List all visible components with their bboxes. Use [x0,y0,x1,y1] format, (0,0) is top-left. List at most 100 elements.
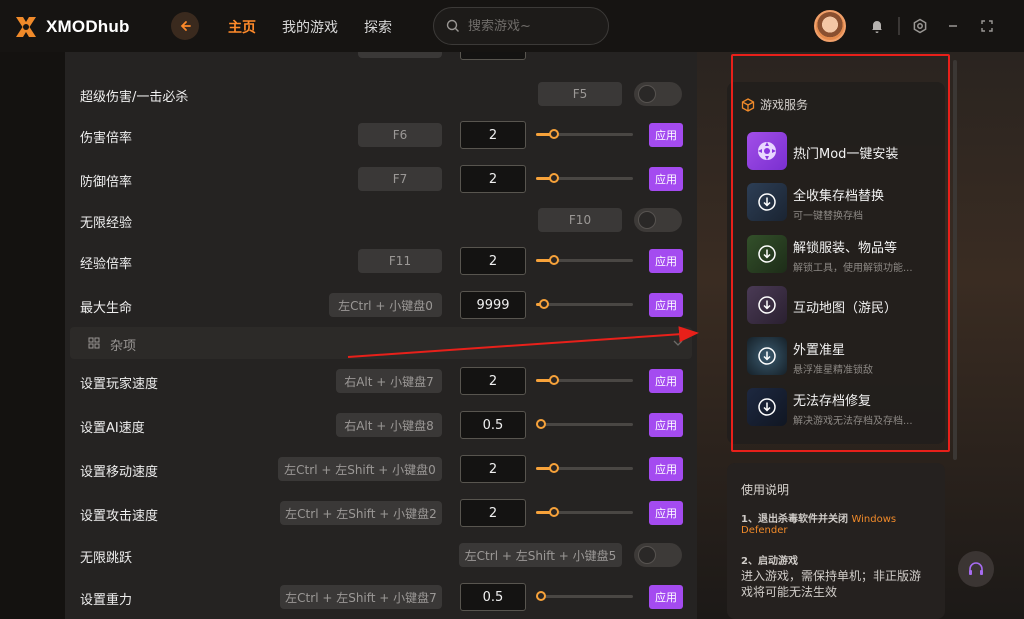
hotkey-badge: 左Ctrl + 左Shift + 小键盘7 [280,585,442,609]
service-item[interactable]: 互动地图（游民） [747,286,937,326]
apply-button[interactable]: 应用 [649,413,683,437]
hotkey-badge: 右Alt + 小键盘8 [336,413,442,437]
nav-explore[interactable]: 探索 [364,17,392,37]
download-icon [747,235,787,273]
value-input[interactable]: 2 [460,455,526,483]
game-services-card: 游戏服务 热门Mod一键安装 全收集存档替换 可一键替换存档 解锁服装、物品等 … [727,82,945,444]
cheat-toggle[interactable] [634,208,682,232]
toggle-knob [638,546,656,564]
slider-thumb[interactable] [549,255,559,265]
search-box[interactable] [433,7,609,45]
value-input[interactable]: 9999 [460,291,526,319]
slider-thumb[interactable] [536,419,546,429]
value-input[interactable]: 2 [460,247,526,275]
hotkey-badge: F7 [358,167,442,191]
service-item[interactable]: 全收集存档替换 可一键替换存档 [747,183,937,223]
value-slider[interactable] [536,375,633,385]
hotkey-badge: 左Ctrl + 左Shift + 小键盘5 [459,543,622,567]
slider-thumb[interactable] [549,129,559,139]
slider-thumb[interactable] [549,375,559,385]
service-title: 外置准星 [793,343,846,358]
value-slider[interactable] [536,173,633,183]
usage-step2-text: 进入游戏，需保持单机；非正版游 [741,569,922,583]
section-header-misc[interactable]: 杂项 [70,327,692,359]
usage-step1-text: 1、退出杀毒软件并关闭 [741,514,848,525]
apply-button[interactable]: 应用 [649,585,683,609]
cheat-toggle[interactable] [634,82,682,106]
usage-step1-highlight: Windows [851,514,897,525]
apply-button[interactable]: 应用 [649,369,683,393]
apply-button[interactable]: 应用 [649,167,683,191]
value-input[interactable]: 2 [460,499,526,527]
hotkey-badge-partial [358,52,442,58]
fullscreen-icon[interactable] [978,17,996,35]
top-bar: XMODhub 主页 我的游戏 探索 [0,0,1024,52]
usage-instructions-card: 使用说明 1、退出杀毒软件并关闭 Windows Defender 2、启动游戏… [727,463,945,619]
hotkey-badge: F11 [358,249,442,273]
service-item[interactable]: 外置准星 悬浮准星精准锁敌 [747,337,937,377]
cheat-label: 无限经验 [80,216,133,231]
cheat-toggle[interactable] [634,543,682,567]
toggle-knob [638,85,656,103]
value-input[interactable]: 2 [460,367,526,395]
cheat-label: 经验倍率 [80,257,133,272]
service-title: 解锁服装、物品等 [793,241,898,256]
value-input[interactable]: 0.5 [460,583,526,611]
value-slider[interactable] [536,507,633,517]
value-slider[interactable] [536,463,633,473]
value-slider[interactable] [536,129,633,139]
value-input[interactable]: 2 [460,165,526,193]
services-header: 游戏服务 [741,96,808,113]
value-slider[interactable] [536,419,633,429]
mod-install-icon [747,132,787,170]
value-input[interactable]: 2 [460,121,526,149]
cheat-label: 设置攻击速度 [80,509,159,524]
cheat-label: 超级伤害/一击必杀 [80,90,189,105]
app-logo[interactable]: XMODhub [12,13,130,41]
service-subtitle: 可一键替换存档 [793,211,863,222]
apply-button[interactable]: 应用 [649,457,683,481]
grid-icon [88,337,100,349]
search-input[interactable] [468,18,598,34]
download-icon [747,286,787,324]
apply-button[interactable]: 应用 [649,123,683,147]
service-item[interactable]: 无法存档修复 解决游戏无法存档及存档... [747,388,937,428]
cheat-label: 伤害倍率 [80,131,133,146]
minimize-icon[interactable] [944,17,962,35]
value-input[interactable]: 0.5 [460,411,526,439]
cheat-panel: 超级伤害/一击必杀 F5 伤害倍率 F6 2 应用 防御倍率 F7 2 应用 无… [65,52,697,619]
scrollbar[interactable] [953,60,957,460]
service-item[interactable]: 热门Mod一键安装 [747,132,937,172]
support-button[interactable] [958,551,994,587]
arrow-left-icon [180,21,191,31]
hotkey-badge: 左Ctrl + 左Shift + 小键盘0 [278,457,442,481]
usage-step2-text2: 戏将可能无法生效 [741,585,838,599]
nav-my-games[interactable]: 我的游戏 [282,17,338,37]
value-slider[interactable] [536,299,633,309]
slider-thumb[interactable] [536,591,546,601]
slider-thumb[interactable] [549,173,559,183]
value-input-partial[interactable] [460,52,526,60]
service-item[interactable]: 解锁服装、物品等 解锁工具，使用解锁功能... [747,235,937,275]
apply-button[interactable]: 应用 [649,501,683,525]
apply-button[interactable]: 应用 [649,249,683,273]
usage-step1: 1、退出杀毒软件并关闭 Windows [741,510,896,525]
settings-icon[interactable] [911,17,929,35]
slider-thumb[interactable] [539,299,549,309]
divider [898,17,900,35]
nav-home[interactable]: 主页 [228,17,256,37]
usage-step1-highlight2: Defender [741,525,788,536]
slider-thumb[interactable] [549,463,559,473]
cheat-label: 防御倍率 [80,175,133,190]
cheat-label: 设置AI速度 [80,421,145,436]
apply-button[interactable]: 应用 [649,293,683,317]
download-icon [747,183,787,221]
slider-thumb[interactable] [549,507,559,517]
usage-title: 使用说明 [741,483,790,497]
back-button[interactable] [171,12,199,40]
value-slider[interactable] [536,591,633,601]
cheat-row: 设置移动速度 左Ctrl + 左Shift + 小键盘0 2 应用 [65,447,697,491]
avatar[interactable] [814,10,846,42]
value-slider[interactable] [536,255,633,265]
notification-icon[interactable] [868,17,886,35]
